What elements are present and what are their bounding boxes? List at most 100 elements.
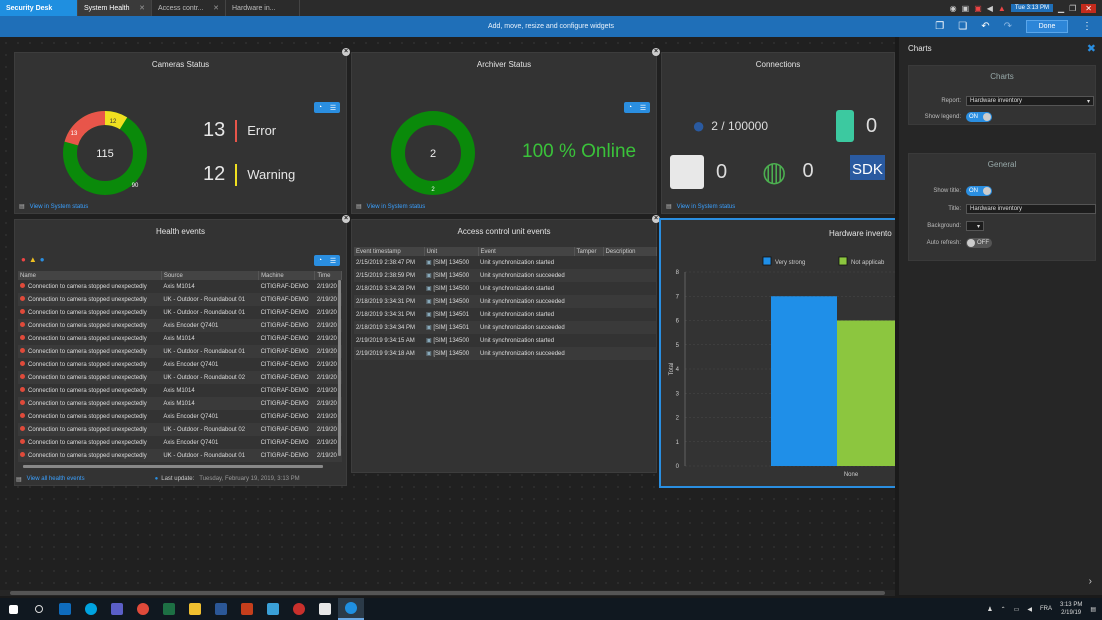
warning-filter-icon[interactable]: ▲ [29, 255, 37, 264]
table-row[interactable]: Connection to camera stopped unexpectedl… [18, 436, 342, 449]
close-widget-icon[interactable]: × [652, 48, 660, 56]
close-icon[interactable]: ✕ [139, 4, 145, 12]
clock[interactable]: 3:13 PM 2/19/19 [1060, 601, 1082, 617]
tab-hardware-inventory[interactable]: Hardware in... [226, 0, 300, 16]
start-icon[interactable] [0, 598, 26, 620]
paint-icon[interactable] [260, 598, 286, 620]
notification-icon[interactable]: ▲ [998, 4, 1006, 13]
column-header[interactable]: Source [161, 271, 260, 280]
paste-icon[interactable]: ❏ [958, 21, 967, 32]
column-header[interactable]: Name [18, 271, 162, 280]
health-table-hscrollbar[interactable] [23, 465, 323, 468]
close-widget-icon[interactable]: × [342, 215, 350, 223]
list-icon[interactable]: ☰ [640, 104, 646, 112]
photos-icon[interactable] [312, 598, 338, 620]
table-row[interactable]: 2/18/2019 3:34:31 PM ▣ [SIM] 134500 Unit s… [354, 295, 656, 308]
widget-view-toggle[interactable]: ◔ ☰ [624, 102, 650, 113]
notifications-icon[interactable]: ▤ [1090, 606, 1096, 613]
column-header[interactable]: Time [314, 271, 342, 280]
volume-icon[interactable]: ◀ [987, 4, 993, 13]
table-row[interactable]: Connection to camera stopped unexpectedl… [18, 319, 342, 332]
title-input[interactable]: Hardware inventory [966, 204, 1096, 214]
powerpoint-icon[interactable] [234, 598, 260, 620]
hardware-inventory-widget[interactable]: Hardware invento 0 1 2 3 4 5 6 7 8 Total Very stro… [659, 218, 895, 488]
tab-system-health[interactable]: System Health ✕ [78, 0, 152, 16]
background-color-picker[interactable]: ▾ [966, 221, 984, 231]
table-row[interactable]: 2/15/2019 2:38:59 PM ▣ [SIM] 134500 Unit s… [354, 269, 656, 282]
copy-icon[interactable]: ❐ [935, 21, 944, 32]
chart-icon[interactable]: ◔ [318, 257, 322, 264]
link-text[interactable]: View in System status [30, 204, 89, 210]
table-row[interactable]: 2/19/2019 9:34:18 AM ▣ [SIM] 134500 Unit s… [354, 347, 656, 360]
column-header[interactable]: Tamper [574, 247, 604, 256]
skype-icon[interactable] [78, 598, 104, 620]
table-row[interactable]: Connection to camera stopped unexpectedl… [18, 449, 342, 462]
table-row[interactable]: 2/18/2019 3:34:28 PM ▣ [SIM] 134500 Unit s… [354, 282, 656, 295]
show-legend-toggle[interactable]: ON [966, 112, 992, 122]
canvas-horizontal-scrollbar[interactable] [0, 590, 895, 596]
column-header[interactable]: Unit [424, 247, 479, 256]
report-dropdown[interactable]: Hardware inventory ▾ [966, 96, 1094, 106]
shield-icon[interactable]: ◉ [950, 4, 957, 13]
health-events-widget[interactable]: Health events ● ▲ ● ◔ ☰ Name Source Machi… [14, 219, 347, 486]
tab-security-desk[interactable]: Security Desk [0, 0, 78, 16]
table-row[interactable]: Connection to camera stopped unexpectedl… [18, 345, 342, 358]
done-button[interactable]: Done [1026, 20, 1068, 33]
excel-icon[interactable] [156, 598, 182, 620]
link-text[interactable]: View in System status [677, 204, 736, 210]
close-window-icon[interactable]: ✕ [1081, 3, 1096, 13]
health-table-scrollbar[interactable] [338, 280, 341, 456]
archiver-status-widget[interactable]: Archiver Status ◔ ☰ 2 2 100 % Online ▤ Vie… [351, 52, 657, 214]
error-filter-icon[interactable]: ● [21, 255, 26, 264]
info-filter-icon[interactable]: ● [40, 255, 45, 264]
show-title-toggle[interactable]: ON [966, 186, 992, 196]
table-row[interactable]: Connection to camera stopped unexpectedl… [18, 397, 342, 410]
volume-icon[interactable]: ◀ [1027, 606, 1032, 613]
column-header[interactable]: Event timestamp [354, 247, 425, 256]
table-row[interactable]: Connection to camera stopped unexpectedl… [18, 293, 342, 306]
widget-view-toggle[interactable]: ◔ ☰ [314, 102, 340, 113]
word-icon[interactable] [208, 598, 234, 620]
list-icon[interactable]: ☰ [330, 104, 336, 112]
table-row[interactable]: Connection to camera stopped unexpectedl… [18, 410, 342, 423]
view-all-health-events-link[interactable]: View all health events [27, 476, 85, 482]
access-control-events-widget[interactable]: Access control unit events Event timesta… [351, 219, 657, 473]
auto-refresh-toggle[interactable]: OFF [966, 238, 992, 248]
language-label[interactable]: FRA [1040, 606, 1052, 612]
alarm-icon[interactable]: ▣ [974, 4, 982, 13]
minimize-icon[interactable]: ▁ [1058, 4, 1064, 13]
link-text[interactable]: View in System status [367, 204, 426, 210]
tab-access-control[interactable]: Access contr... ✕ [152, 0, 226, 16]
redo-icon[interactable]: ↷ [1004, 21, 1012, 32]
close-icon[interactable]: ✕ [213, 4, 219, 12]
person-icon[interactable]: ♟ [987, 606, 992, 613]
table-row[interactable]: Connection to camera stopped unexpectedl… [18, 332, 342, 345]
security-desk-taskbar-icon[interactable] [338, 598, 364, 620]
chevron-right-icon[interactable]: › [1089, 576, 1092, 587]
scroll-thumb[interactable] [10, 591, 885, 595]
monitor-icon[interactable]: ▣ [962, 4, 970, 13]
table-row[interactable]: Connection to camera stopped unexpectedl… [18, 306, 342, 319]
network-icon[interactable]: ▭ [1014, 606, 1020, 613]
widget-view-toggle[interactable]: ◔ ☰ [314, 255, 340, 266]
table-row[interactable]: 2/15/2019 2:38:47 PM ▣ [SIM] 134500 Unit s… [354, 256, 656, 269]
chart-icon[interactable]: ◔ [318, 104, 322, 111]
table-row[interactable]: 2/18/2019 3:34:34 PM ▣ [SIM] 134501 Unit s… [354, 321, 656, 334]
file-explorer-icon[interactable] [182, 598, 208, 620]
table-row[interactable]: Connection to camera stopped unexpectedl… [18, 371, 342, 384]
view-system-status-link[interactable]: ▤ View in System status [19, 203, 89, 211]
view-system-status-link[interactable]: ▤ View in System status [356, 203, 426, 211]
view-system-status-link[interactable]: ▤ View in System status [666, 203, 736, 211]
table-row[interactable]: Connection to camera stopped unexpectedl… [18, 423, 342, 436]
connections-widget[interactable]: Connections ● 2 / 100000 0 0 ◍ 0 SDK ▤ Vi… [661, 52, 895, 214]
undo-icon[interactable]: ↶ [981, 21, 989, 32]
teams-icon[interactable] [104, 598, 130, 620]
restore-icon[interactable]: ❐ [1069, 4, 1076, 13]
table-row[interactable]: 2/18/2019 3:34:31 PM ▣ [SIM] 134501 Unit s… [354, 308, 656, 321]
list-icon[interactable]: ☰ [330, 257, 336, 265]
column-header[interactable]: Event [478, 247, 575, 256]
outlook-icon[interactable] [52, 598, 78, 620]
table-row[interactable]: Connection to camera stopped unexpectedl… [18, 384, 342, 397]
chrome-icon[interactable] [130, 598, 156, 620]
chart-icon[interactable]: ◔ [628, 104, 632, 111]
